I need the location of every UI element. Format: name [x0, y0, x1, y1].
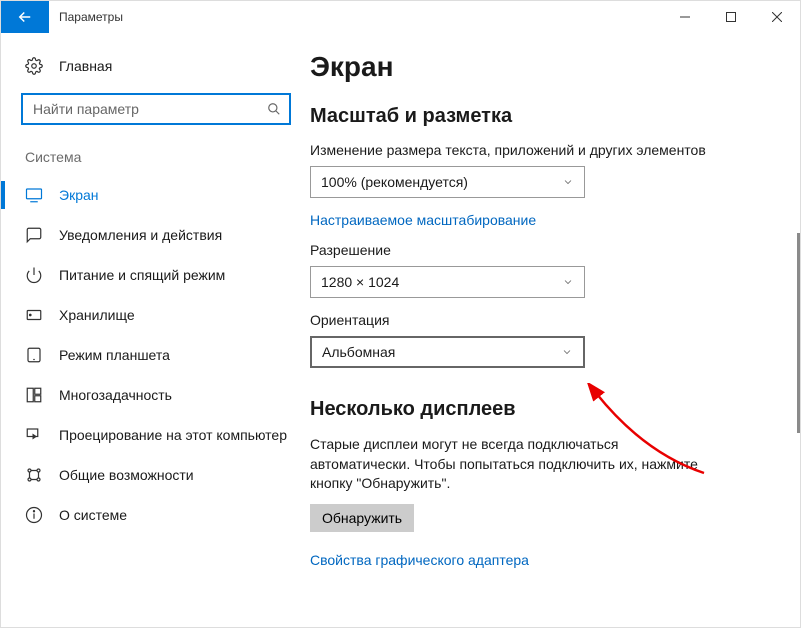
maximize-button[interactable] — [708, 1, 754, 33]
storage-icon — [25, 306, 43, 324]
nav-about[interactable]: О системе — [1, 495, 301, 535]
display-icon — [25, 186, 43, 204]
chevron-down-icon — [562, 176, 574, 188]
nav-label: Питание и спящий режим — [59, 267, 225, 283]
section-label: Система — [25, 149, 301, 165]
nav-projecting[interactable]: Проецирование на этот компьютер — [1, 415, 301, 455]
nav-label: Режим планшета — [59, 347, 170, 363]
scale-heading: Масштаб и разметка — [310, 105, 800, 128]
window-controls — [662, 1, 800, 33]
comment-icon — [25, 226, 43, 244]
nav-label: Экран — [59, 187, 99, 203]
nav-label: Хранилище — [59, 307, 135, 323]
multitask-icon — [25, 386, 43, 404]
home-link[interactable]: Главная — [21, 51, 301, 81]
scale-dropdown[interactable]: 100% (рекомендуется) — [310, 166, 585, 198]
gpu-properties-link[interactable]: Свойства графического адаптера — [310, 552, 800, 568]
window-title: Параметры — [49, 1, 662, 33]
chevron-down-icon — [562, 276, 574, 288]
close-icon — [772, 12, 782, 22]
project-icon — [25, 426, 43, 444]
resolution-value: 1280 × 1024 — [321, 274, 399, 290]
orientation-label: Ориентация — [310, 312, 800, 328]
resolution-label: Разрешение — [310, 242, 800, 258]
detect-button[interactable]: Обнаружить — [310, 504, 414, 532]
sidebar: Главная Найти параметр Система Экран Уве… — [1, 33, 306, 627]
scale-label: Изменение размера текста, приложений и д… — [310, 142, 800, 158]
resolution-dropdown[interactable]: 1280 × 1024 — [310, 266, 585, 298]
nav-label: Проецирование на этот компьютер — [59, 427, 287, 443]
search-input[interactable]: Найти параметр — [21, 93, 291, 125]
maximize-icon — [726, 12, 736, 22]
multi-desc: Старые дисплеи могут не всегда подключат… — [310, 435, 700, 494]
gear-icon — [25, 57, 43, 75]
orientation-value: Альбомная — [322, 344, 395, 360]
nav-label: Уведомления и действия — [59, 227, 222, 243]
nav-list: Экран Уведомления и действия Питание и с… — [1, 175, 301, 535]
orientation-dropdown[interactable]: Альбомная — [310, 336, 585, 368]
scrollbar-thumb[interactable] — [797, 233, 800, 433]
nav-label: Многозадачность — [59, 387, 172, 403]
close-button[interactable] — [754, 1, 800, 33]
custom-scaling-link[interactable]: Настраиваемое масштабирование — [310, 212, 536, 228]
multi-heading: Несколько дисплеев — [310, 398, 800, 421]
settings-window: Параметры Главная Найти параметр — [0, 0, 801, 628]
minimize-icon — [680, 12, 690, 22]
shared-icon — [25, 466, 43, 484]
tablet-icon — [25, 346, 43, 364]
scale-value: 100% (рекомендуется) — [321, 174, 468, 190]
nav-multitask[interactable]: Многозадачность — [1, 375, 301, 415]
search-icon — [267, 102, 281, 116]
titlebar: Параметры — [1, 1, 800, 33]
nav-storage[interactable]: Хранилище — [1, 295, 301, 335]
page-title: Экран — [310, 51, 800, 83]
main-content: Экран Масштаб и разметка Изменение разме… — [306, 33, 800, 627]
nav-label: Общие возможности — [59, 467, 194, 483]
home-label: Главная — [59, 58, 112, 74]
nav-shared[interactable]: Общие возможности — [1, 455, 301, 495]
chevron-down-icon — [561, 346, 573, 358]
nav-notifications[interactable]: Уведомления и действия — [1, 215, 301, 255]
nav-display[interactable]: Экран — [1, 175, 301, 215]
power-icon — [25, 266, 43, 284]
search-placeholder: Найти параметр — [33, 101, 267, 117]
info-icon — [25, 506, 43, 524]
arrow-left-icon — [16, 8, 34, 26]
back-button[interactable] — [1, 1, 49, 33]
nav-tablet[interactable]: Режим планшета — [1, 335, 301, 375]
nav-power[interactable]: Питание и спящий режим — [1, 255, 301, 295]
nav-label: О системе — [59, 507, 127, 523]
minimize-button[interactable] — [662, 1, 708, 33]
